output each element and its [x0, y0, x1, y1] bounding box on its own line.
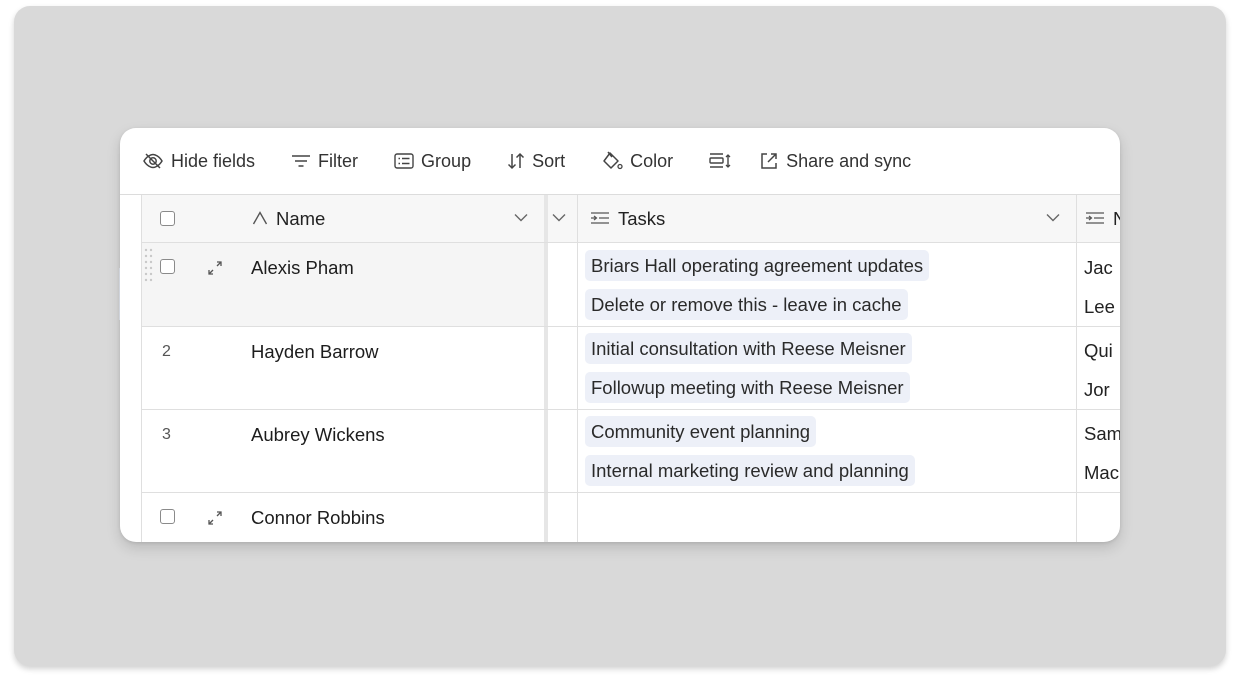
- share-and-sync-label: Share and sync: [786, 150, 912, 171]
- row-divider: [142, 409, 1120, 410]
- expand-record-icon[interactable]: [206, 509, 224, 527]
- hovered-row-bg: [142, 243, 544, 326]
- grid-left-border: [141, 195, 142, 542]
- color-button[interactable]: Color: [601, 151, 673, 172]
- third-cell[interactable]: Jor: [1084, 379, 1110, 401]
- expand-record-icon[interactable]: [206, 259, 224, 277]
- cell-name[interactable]: Aubrey Wickens: [251, 424, 385, 446]
- column-header-third-label: N: [1113, 208, 1120, 229]
- cell-name[interactable]: Alexis Pham: [251, 257, 354, 279]
- hide-fields-label: Hide fields: [171, 150, 256, 171]
- chevron-down-icon[interactable]: [1046, 213, 1060, 222]
- third-cell[interactable]: Mac: [1084, 462, 1119, 484]
- third-cell[interactable]: Lee: [1084, 296, 1115, 318]
- frozen-column-divider[interactable]: [544, 195, 548, 542]
- record-grid: Name Tasks N Alexis Pham Briars Hall ope…: [120, 194, 1120, 542]
- third-cell[interactable]: Sam: [1084, 423, 1120, 445]
- linked-record-icon: [1085, 208, 1105, 230]
- row-height-icon: [709, 152, 733, 170]
- sort-button[interactable]: Sort: [507, 151, 565, 172]
- filter-icon: [291, 154, 311, 168]
- filter-button[interactable]: Filter: [291, 151, 358, 172]
- task-chip[interactable]: Community event planning: [585, 416, 817, 447]
- third-cell[interactable]: Jac: [1084, 257, 1113, 279]
- group-button[interactable]: Group: [394, 151, 471, 172]
- row-divider: [142, 326, 1120, 327]
- sort-label: Sort: [532, 150, 566, 171]
- column-divider: [1076, 195, 1077, 542]
- row-number: 2: [162, 343, 171, 360]
- task-chip[interactable]: Followup meeting with Reese Meisner: [585, 372, 910, 403]
- task-chip[interactable]: Initial consultation with Reese Meisner: [585, 333, 912, 364]
- row-divider: [142, 242, 1120, 243]
- task-chip[interactable]: Delete or remove this - leave in cache: [585, 289, 908, 320]
- column-header-name[interactable]: Name: [252, 208, 325, 230]
- column-header-tasks-label: Tasks: [618, 208, 666, 229]
- paint-bucket-icon: [601, 151, 623, 171]
- color-label: Color: [630, 150, 674, 171]
- hide-fields-button[interactable]: Hide fields: [142, 151, 255, 172]
- view-toolbar: Hide fields Filter Group Sort Color Shar…: [120, 128, 1120, 194]
- third-column-cells: Jac Lee Qui Jor Sam Mac: [1078, 243, 1120, 542]
- column-divider: [577, 195, 578, 542]
- cell-name[interactable]: Connor Robbins: [251, 507, 385, 529]
- eye-slash-icon: [142, 152, 164, 170]
- row-divider: [142, 492, 1120, 493]
- third-cell[interactable]: Qui: [1084, 340, 1113, 362]
- row-number: 3: [162, 426, 171, 443]
- cell-name[interactable]: Hayden Barrow: [251, 341, 379, 363]
- task-chip[interactable]: Internal marketing review and planning: [585, 455, 915, 486]
- task-chip[interactable]: Briars Hall operating agreement updates: [585, 250, 930, 281]
- filter-label: Filter: [318, 150, 359, 171]
- chevron-down-icon[interactable]: [514, 213, 528, 222]
- column-header-tasks[interactable]: Tasks: [590, 208, 665, 230]
- chevron-down-icon[interactable]: [552, 213, 566, 222]
- row-height-button[interactable]: [709, 152, 733, 170]
- text-field-icon: [252, 208, 268, 230]
- group-icon: [394, 153, 414, 169]
- select-all-checkbox[interactable]: [160, 211, 175, 226]
- drag-handle-icon[interactable]: [144, 247, 154, 287]
- sort-arrows-icon: [507, 152, 525, 170]
- external-link-icon: [759, 151, 779, 171]
- column-header-third[interactable]: N: [1078, 195, 1120, 242]
- group-label: Group: [421, 150, 472, 171]
- row-checkbox[interactable]: [160, 509, 175, 524]
- grid-view-card: Hide fields Filter Group Sort Color Shar…: [120, 128, 1120, 542]
- share-and-sync-button[interactable]: Share and sync: [759, 151, 911, 172]
- row-checkbox[interactable]: [160, 259, 175, 274]
- linked-record-icon: [590, 208, 610, 230]
- column-header-name-label: Name: [276, 208, 326, 229]
